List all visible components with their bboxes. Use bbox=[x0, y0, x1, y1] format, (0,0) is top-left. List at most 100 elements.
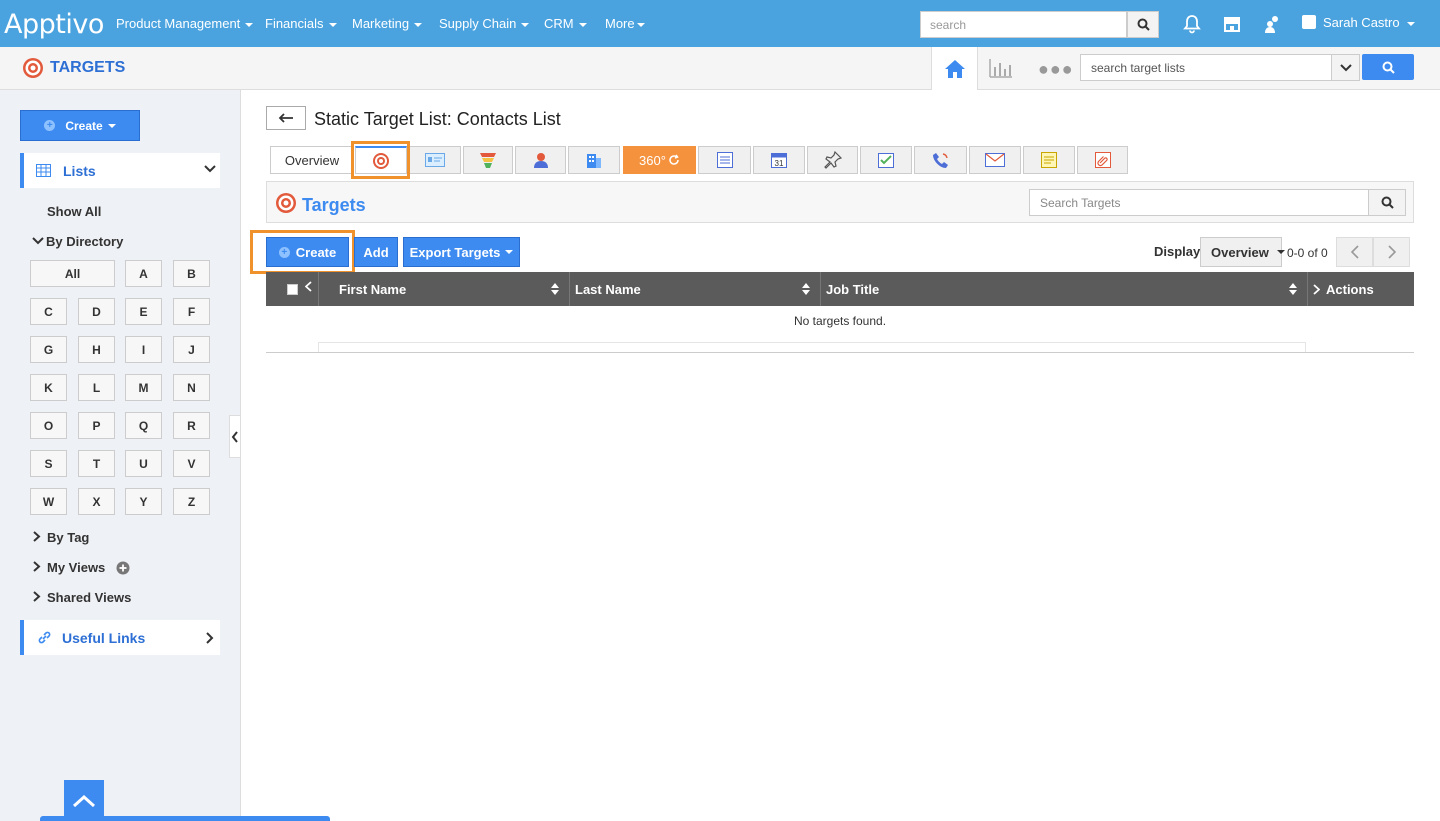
letter-filter[interactable]: Z bbox=[173, 488, 210, 515]
target-list-search-input[interactable]: search target lists bbox=[1080, 54, 1332, 81]
tab-calendar[interactable]: 31 bbox=[753, 146, 805, 174]
bell-icon[interactable] bbox=[1181, 13, 1203, 35]
letter-filter[interactable]: N bbox=[173, 374, 210, 401]
user-menu[interactable]: Sarah Castro bbox=[1302, 15, 1415, 30]
tab-attachments[interactable] bbox=[1077, 146, 1128, 174]
global-search-input[interactable]: search bbox=[920, 11, 1127, 38]
sidebar-by-directory[interactable]: By Directory bbox=[32, 234, 123, 249]
home-button[interactable] bbox=[931, 47, 978, 90]
more-options-icon[interactable]: ●●● bbox=[1038, 59, 1074, 80]
letter-filter[interactable]: U bbox=[125, 450, 162, 477]
apptivo-logo[interactable]: Apptivo bbox=[4, 9, 104, 40]
sidebar-useful-links[interactable]: Useful Links bbox=[20, 620, 220, 655]
chevron-right-icon[interactable] bbox=[1313, 283, 1320, 295]
avatar bbox=[1302, 15, 1316, 29]
top-navigation-bar: Apptivo Product Management Financials Ma… bbox=[0, 0, 1440, 47]
sidebar-create-button[interactable]: + Create bbox=[20, 110, 140, 141]
letter-filter[interactable]: P bbox=[78, 412, 115, 439]
back-button[interactable] bbox=[266, 106, 306, 130]
tab-pin[interactable] bbox=[807, 146, 858, 174]
letter-filter[interactable]: G bbox=[30, 336, 67, 363]
letter-filter[interactable]: K bbox=[30, 374, 67, 401]
global-search-button[interactable] bbox=[1127, 11, 1159, 38]
menu-crm[interactable]: CRM bbox=[544, 16, 587, 31]
letter-filter[interactable]: R bbox=[173, 412, 210, 439]
letter-filter[interactable]: S bbox=[30, 450, 67, 477]
pagination-count: 0-0 of 0 bbox=[1287, 246, 1328, 260]
column-first-name[interactable]: First Name bbox=[333, 272, 570, 306]
tab-contact-card[interactable] bbox=[409, 146, 461, 174]
sidebar-show-all[interactable]: Show All bbox=[47, 204, 101, 219]
caret-down-icon bbox=[1406, 21, 1415, 26]
export-targets-button[interactable]: Export Targets bbox=[403, 237, 520, 267]
select-all-checkbox[interactable] bbox=[287, 284, 298, 295]
letter-filter[interactable]: J bbox=[173, 336, 210, 363]
letter-filter[interactable]: I bbox=[125, 336, 162, 363]
menu-financials[interactable]: Financials bbox=[265, 16, 337, 31]
letter-filter[interactable]: H bbox=[78, 336, 115, 363]
tab-email[interactable] bbox=[969, 146, 1021, 174]
tab-notes-list[interactable] bbox=[698, 146, 751, 174]
scroll-to-top-button[interactable] bbox=[64, 780, 104, 821]
tab-overview[interactable]: Overview bbox=[270, 146, 354, 174]
letter-filter[interactable]: L bbox=[78, 374, 115, 401]
letter-filter[interactable]: Y bbox=[125, 488, 162, 515]
people-icon[interactable] bbox=[1261, 13, 1283, 35]
letter-filter[interactable]: W bbox=[30, 488, 67, 515]
caret-down-icon bbox=[245, 22, 254, 27]
funnel-icon bbox=[480, 153, 496, 168]
menu-supply-chain[interactable]: Supply Chain bbox=[439, 16, 530, 31]
letter-filter[interactable]: T bbox=[78, 450, 115, 477]
previous-page-button[interactable] bbox=[1336, 237, 1373, 267]
tab-360-view[interactable]: 360° bbox=[623, 146, 696, 174]
sidebar-lists-section[interactable]: Lists bbox=[20, 153, 220, 188]
letter-filter[interactable]: A bbox=[125, 260, 162, 287]
sidebar-shared-views[interactable]: Shared Views bbox=[32, 590, 131, 605]
search-icon bbox=[1381, 196, 1394, 209]
column-job-title[interactable]: Job Title bbox=[820, 272, 1308, 306]
letter-filter[interactable]: E bbox=[125, 298, 162, 325]
table-icon bbox=[36, 164, 51, 177]
search-targets-input[interactable]: Search Targets bbox=[1029, 189, 1369, 216]
tab-funnel[interactable] bbox=[463, 146, 513, 174]
highlight-frame-create-button bbox=[250, 230, 355, 274]
bar-chart-icon[interactable] bbox=[988, 57, 1014, 79]
letter-filter[interactable]: B bbox=[173, 260, 210, 287]
target-list-search-button[interactable] bbox=[1362, 54, 1414, 80]
tab-company[interactable] bbox=[568, 146, 620, 174]
letter-filter[interactable]: C bbox=[30, 298, 67, 325]
display-select[interactable]: Overview bbox=[1200, 237, 1285, 267]
chevron-left-icon[interactable] bbox=[305, 281, 312, 292]
letter-filter[interactable]: All bbox=[30, 260, 115, 287]
letter-filter[interactable]: O bbox=[30, 412, 67, 439]
sidebar-by-tag[interactable]: By Tag bbox=[32, 530, 89, 545]
add-view-icon[interactable] bbox=[116, 561, 130, 575]
tab-notes[interactable] bbox=[1023, 146, 1075, 174]
letter-filter[interactable]: X bbox=[78, 488, 115, 515]
refresh-icon bbox=[669, 154, 679, 165]
add-target-button[interactable]: Add bbox=[354, 237, 398, 267]
tab-customer[interactable] bbox=[515, 146, 566, 174]
menu-product-management[interactable]: Product Management bbox=[116, 16, 254, 31]
letter-filter[interactable]: Q bbox=[125, 412, 162, 439]
target-list-search-dropdown[interactable] bbox=[1331, 54, 1360, 81]
pin-icon bbox=[823, 151, 842, 169]
letter-filter[interactable]: M bbox=[125, 374, 162, 401]
search-targets-button[interactable] bbox=[1368, 189, 1406, 216]
table-bottom-divider bbox=[266, 352, 1414, 353]
sidebar-my-views[interactable]: My Views bbox=[32, 560, 130, 575]
column-last-name[interactable]: Last Name bbox=[569, 272, 821, 306]
menu-more[interactable]: More bbox=[605, 16, 645, 31]
tab-calls[interactable] bbox=[914, 146, 967, 174]
letter-filter[interactable]: D bbox=[78, 298, 115, 325]
menu-marketing[interactable]: Marketing bbox=[352, 16, 423, 31]
store-icon[interactable] bbox=[1221, 13, 1243, 35]
next-page-button[interactable] bbox=[1373, 237, 1410, 267]
sidebar-collapse-toggle[interactable] bbox=[229, 415, 241, 458]
letter-filter[interactable]: V bbox=[173, 450, 210, 477]
app-title[interactable]: TARGETS bbox=[22, 57, 125, 79]
home-icon bbox=[944, 59, 965, 78]
chevron-right-icon bbox=[1387, 245, 1396, 259]
letter-filter[interactable]: F bbox=[173, 298, 210, 325]
tab-tasks[interactable] bbox=[860, 146, 912, 174]
